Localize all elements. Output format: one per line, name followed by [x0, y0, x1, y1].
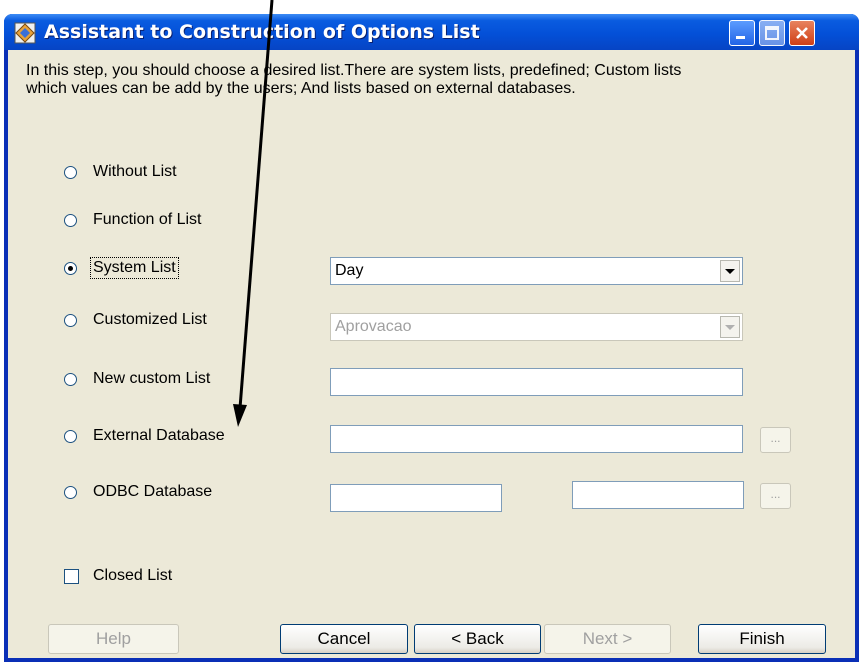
cancel-button-label: Cancel: [317, 629, 371, 648]
help-button-label: Help: [96, 629, 131, 648]
app-icon: [14, 22, 36, 44]
close-icon: [796, 27, 808, 39]
help-button[interactable]: Help: [48, 624, 179, 654]
radio-without-list[interactable]: [64, 165, 77, 179]
radio-system-list[interactable]: [64, 261, 77, 275]
external-database-input[interactable]: [330, 425, 743, 453]
dialog-body: In this step, you should choose a desire…: [8, 50, 855, 658]
option-external-database[interactable]: External Database: [64, 425, 227, 447]
customized-list-value: Aprovacao: [335, 318, 412, 335]
odbc-browse-button[interactable]: ...: [760, 483, 791, 509]
chevron-down-icon: [725, 269, 735, 274]
option-customized-list[interactable]: Customized List: [64, 309, 209, 331]
next-button-label: Next >: [582, 629, 633, 648]
option-function-of-list[interactable]: Function of List: [64, 209, 204, 231]
new-custom-list-input[interactable]: [330, 368, 743, 396]
dialog-window: Assistant to Construction of Options Lis…: [4, 14, 859, 662]
finish-button[interactable]: Finish: [698, 624, 826, 654]
external-database-browse-button[interactable]: ...: [760, 427, 791, 453]
closed-list-option[interactable]: Closed List: [64, 566, 174, 586]
closed-list-label: Closed List: [93, 567, 173, 584]
next-button[interactable]: Next >: [544, 624, 671, 654]
radio-function-of-list[interactable]: [64, 213, 77, 227]
system-list-dropdown[interactable]: Day: [330, 257, 743, 285]
back-button[interactable]: < Back: [414, 624, 541, 654]
radio-external-database[interactable]: [64, 429, 77, 443]
title-bar[interactable]: Assistant to Construction of Options Lis…: [4, 14, 859, 50]
label-customized-list: Customized List: [93, 311, 207, 328]
minimize-icon: [736, 36, 745, 39]
dropdown-arrow[interactable]: [720, 260, 740, 282]
minimize-button[interactable]: [729, 20, 755, 46]
label-external-database: External Database: [93, 427, 225, 444]
finish-button-label: Finish: [739, 629, 785, 648]
option-without-list[interactable]: Without List: [64, 161, 179, 183]
closed-list-checkbox[interactable]: [64, 568, 79, 584]
label-function-of-list: Function of List: [93, 211, 202, 228]
radio-odbc-database[interactable]: [64, 485, 77, 499]
label-system-list: System List: [90, 257, 179, 279]
odbc-table-input[interactable]: [572, 481, 744, 509]
dropdown-arrow-disabled[interactable]: [720, 316, 740, 338]
customized-list-dropdown[interactable]: Aprovacao: [330, 313, 743, 341]
label-new-custom-list: New custom List: [93, 370, 211, 387]
maximize-icon: [765, 26, 779, 40]
radio-customized-list[interactable]: [64, 313, 77, 327]
close-button[interactable]: [789, 20, 815, 46]
label-odbc-database: ODBC Database: [93, 483, 213, 500]
cancel-button[interactable]: Cancel: [280, 624, 408, 654]
chevron-down-icon: [725, 325, 735, 330]
option-new-custom-list[interactable]: New custom List: [64, 368, 212, 390]
radio-new-custom-list[interactable]: [64, 372, 77, 386]
maximize-button[interactable]: [759, 20, 785, 46]
option-odbc-database[interactable]: ODBC Database: [64, 481, 214, 503]
odbc-dsn-input[interactable]: [330, 484, 502, 512]
system-list-value: Day: [335, 262, 364, 279]
window-title: Assistant to Construction of Options Lis…: [44, 21, 480, 43]
back-button-label: < Back: [451, 629, 504, 648]
instruction-text: In this step, you should choose a desire…: [26, 62, 682, 97]
label-without-list: Without List: [93, 163, 177, 180]
option-system-list[interactable]: System List: [64, 257, 179, 279]
